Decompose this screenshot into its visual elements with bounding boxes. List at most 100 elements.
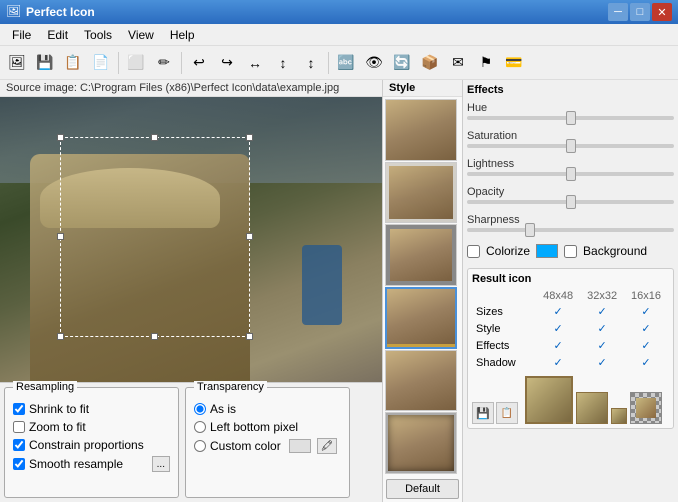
- colorize-checkbox[interactable]: [467, 245, 480, 258]
- toolbar-preview[interactable]: 👁: [361, 50, 387, 76]
- result-table: 48x48 32x32 16x16 Sizes ✓ ✓ ✓ Style ✓: [472, 288, 669, 372]
- sel-handle-tl[interactable]: [57, 134, 64, 141]
- shrink-to-fit-checkbox[interactable]: [13, 403, 25, 415]
- effects-48-check[interactable]: ✓: [537, 338, 579, 353]
- style-thumb-5[interactable]: [385, 350, 457, 412]
- style-32-check[interactable]: ✓: [581, 321, 623, 336]
- toolbar-new[interactable]: 🖼: [4, 50, 30, 76]
- style-row-label: Style: [474, 321, 535, 336]
- result-thumb-48[interactable]: [525, 376, 573, 424]
- style-thumb-6[interactable]: [385, 412, 457, 474]
- style-16-check[interactable]: ✓: [625, 321, 667, 336]
- custom-color-radio[interactable]: [194, 440, 206, 452]
- image-canvas[interactable]: [0, 97, 382, 382]
- custom-color-swatch[interactable]: [289, 439, 311, 453]
- toolbar-flag[interactable]: ⚑: [473, 50, 499, 76]
- style-thumb-3[interactable]: [385, 224, 457, 286]
- menu-bar: File Edit Tools View Help: [0, 24, 678, 46]
- minimize-button[interactable]: ─: [608, 3, 628, 21]
- close-button[interactable]: ✕: [652, 3, 672, 21]
- saturation-slider-thumb[interactable]: [566, 139, 576, 153]
- selection-box[interactable]: [60, 137, 250, 337]
- menu-view[interactable]: View: [120, 26, 162, 44]
- custom-color-btn[interactable]: 🖍: [317, 438, 338, 454]
- toolbar-card[interactable]: 💳: [501, 50, 527, 76]
- toolbar-export[interactable]: 📦: [417, 50, 443, 76]
- smooth-checkbox[interactable]: [13, 458, 25, 470]
- toolbar-save[interactable]: 💾: [32, 50, 58, 76]
- toolbar-copy[interactable]: 📋: [60, 50, 86, 76]
- shadow-32-check[interactable]: ✓: [581, 355, 623, 370]
- shadow-48-check[interactable]: ✓: [537, 355, 579, 370]
- sharpness-slider-track: [467, 228, 674, 232]
- toolbar-paste[interactable]: 📄: [88, 50, 114, 76]
- saturation-slider-track: [467, 144, 674, 148]
- toolbar-undo[interactable]: ↩: [186, 50, 212, 76]
- hue-slider-thumb[interactable]: [566, 111, 576, 125]
- as-is-radio[interactable]: [194, 403, 206, 415]
- toolbar-flip-h[interactable]: ↔: [242, 50, 268, 76]
- shadow-16-check[interactable]: ✓: [625, 355, 667, 370]
- toolbar-draw[interactable]: ✏: [151, 50, 177, 76]
- style-thumb-2[interactable]: [385, 162, 457, 224]
- background-checkbox[interactable]: [564, 245, 577, 258]
- sizes-16-check[interactable]: ✓: [625, 304, 667, 319]
- maximize-button[interactable]: □: [630, 3, 650, 21]
- shadow-row-label: Shadow: [474, 355, 535, 370]
- effects-32-check[interactable]: ✓: [581, 338, 623, 353]
- lightness-row: Lightness: [467, 158, 674, 180]
- sel-handle-ml[interactable]: [57, 233, 64, 240]
- shrink-to-fit-row: Shrink to fit: [13, 402, 170, 416]
- result-thumb-16[interactable]: [611, 408, 627, 424]
- style-default-btn[interactable]: Default: [386, 479, 459, 499]
- style-thumb-4[interactable]: [385, 287, 457, 349]
- shadow-row: Shadow ✓ ✓ ✓: [474, 355, 667, 370]
- colorize-color-swatch[interactable]: [536, 244, 558, 258]
- toolbar-select[interactable]: ⬜: [123, 50, 149, 76]
- menu-file[interactable]: File: [4, 26, 39, 44]
- hue-slider-track: [467, 116, 674, 120]
- left-bottom-row: Left bottom pixel: [194, 420, 341, 434]
- sizes-48-check[interactable]: ✓: [537, 304, 579, 319]
- result-icon-copy-btn[interactable]: 📋: [496, 402, 518, 424]
- smooth-label: Smooth resample: [29, 457, 123, 471]
- transparency-title: Transparency: [194, 381, 267, 393]
- effects-row: Effects ✓ ✓ ✓: [474, 338, 667, 353]
- lightness-slider-track: [467, 172, 674, 176]
- toolbar-redo[interactable]: ↪: [214, 50, 240, 76]
- menu-tools[interactable]: Tools: [76, 26, 120, 44]
- result-icon-save-btn[interactable]: 💾: [472, 402, 494, 424]
- toolbar-refresh[interactable]: 🔄: [389, 50, 415, 76]
- shrink-to-fit-label: Shrink to fit: [29, 402, 89, 416]
- zoom-to-fit-checkbox[interactable]: [13, 421, 25, 433]
- opacity-slider-thumb[interactable]: [566, 195, 576, 209]
- sharpness-slider-thumb[interactable]: [525, 223, 535, 237]
- sel-handle-bl[interactable]: [57, 333, 64, 340]
- sel-handle-tr[interactable]: [246, 134, 253, 141]
- menu-edit[interactable]: Edit: [39, 26, 76, 44]
- sel-handle-bm[interactable]: [151, 333, 158, 340]
- sel-handle-tm[interactable]: [151, 134, 158, 141]
- effects-16-check[interactable]: ✓: [625, 338, 667, 353]
- constrain-row: Constrain proportions: [13, 438, 170, 452]
- toolbar-flip-v[interactable]: ↕: [270, 50, 296, 76]
- sel-handle-mr[interactable]: [246, 233, 253, 240]
- toolbar-text[interactable]: 🔤: [333, 50, 359, 76]
- colorize-row: Colorize Background: [467, 244, 674, 258]
- lightness-slider-thumb[interactable]: [566, 167, 576, 181]
- left-bottom-radio[interactable]: [194, 421, 206, 433]
- menu-help[interactable]: Help: [162, 26, 203, 44]
- resampling-more-btn[interactable]: ...: [152, 456, 170, 472]
- sel-handle-br[interactable]: [246, 333, 253, 340]
- opacity-row: Opacity: [467, 186, 674, 208]
- constrain-checkbox[interactable]: [13, 439, 25, 451]
- toolbar-rotate[interactable]: ↕: [298, 50, 324, 76]
- result-thumb-checkered[interactable]: [630, 392, 662, 424]
- result-thumb-32[interactable]: [576, 392, 608, 424]
- style-thumb-1[interactable]: [385, 99, 457, 161]
- sizes-32-check[interactable]: ✓: [581, 304, 623, 319]
- resampling-panel: Resampling Shrink to fit Zoom to fit Con…: [4, 387, 179, 498]
- toolbar-mail[interactable]: ✉: [445, 50, 471, 76]
- style-48-check[interactable]: ✓: [537, 321, 579, 336]
- style-list: [383, 97, 462, 476]
